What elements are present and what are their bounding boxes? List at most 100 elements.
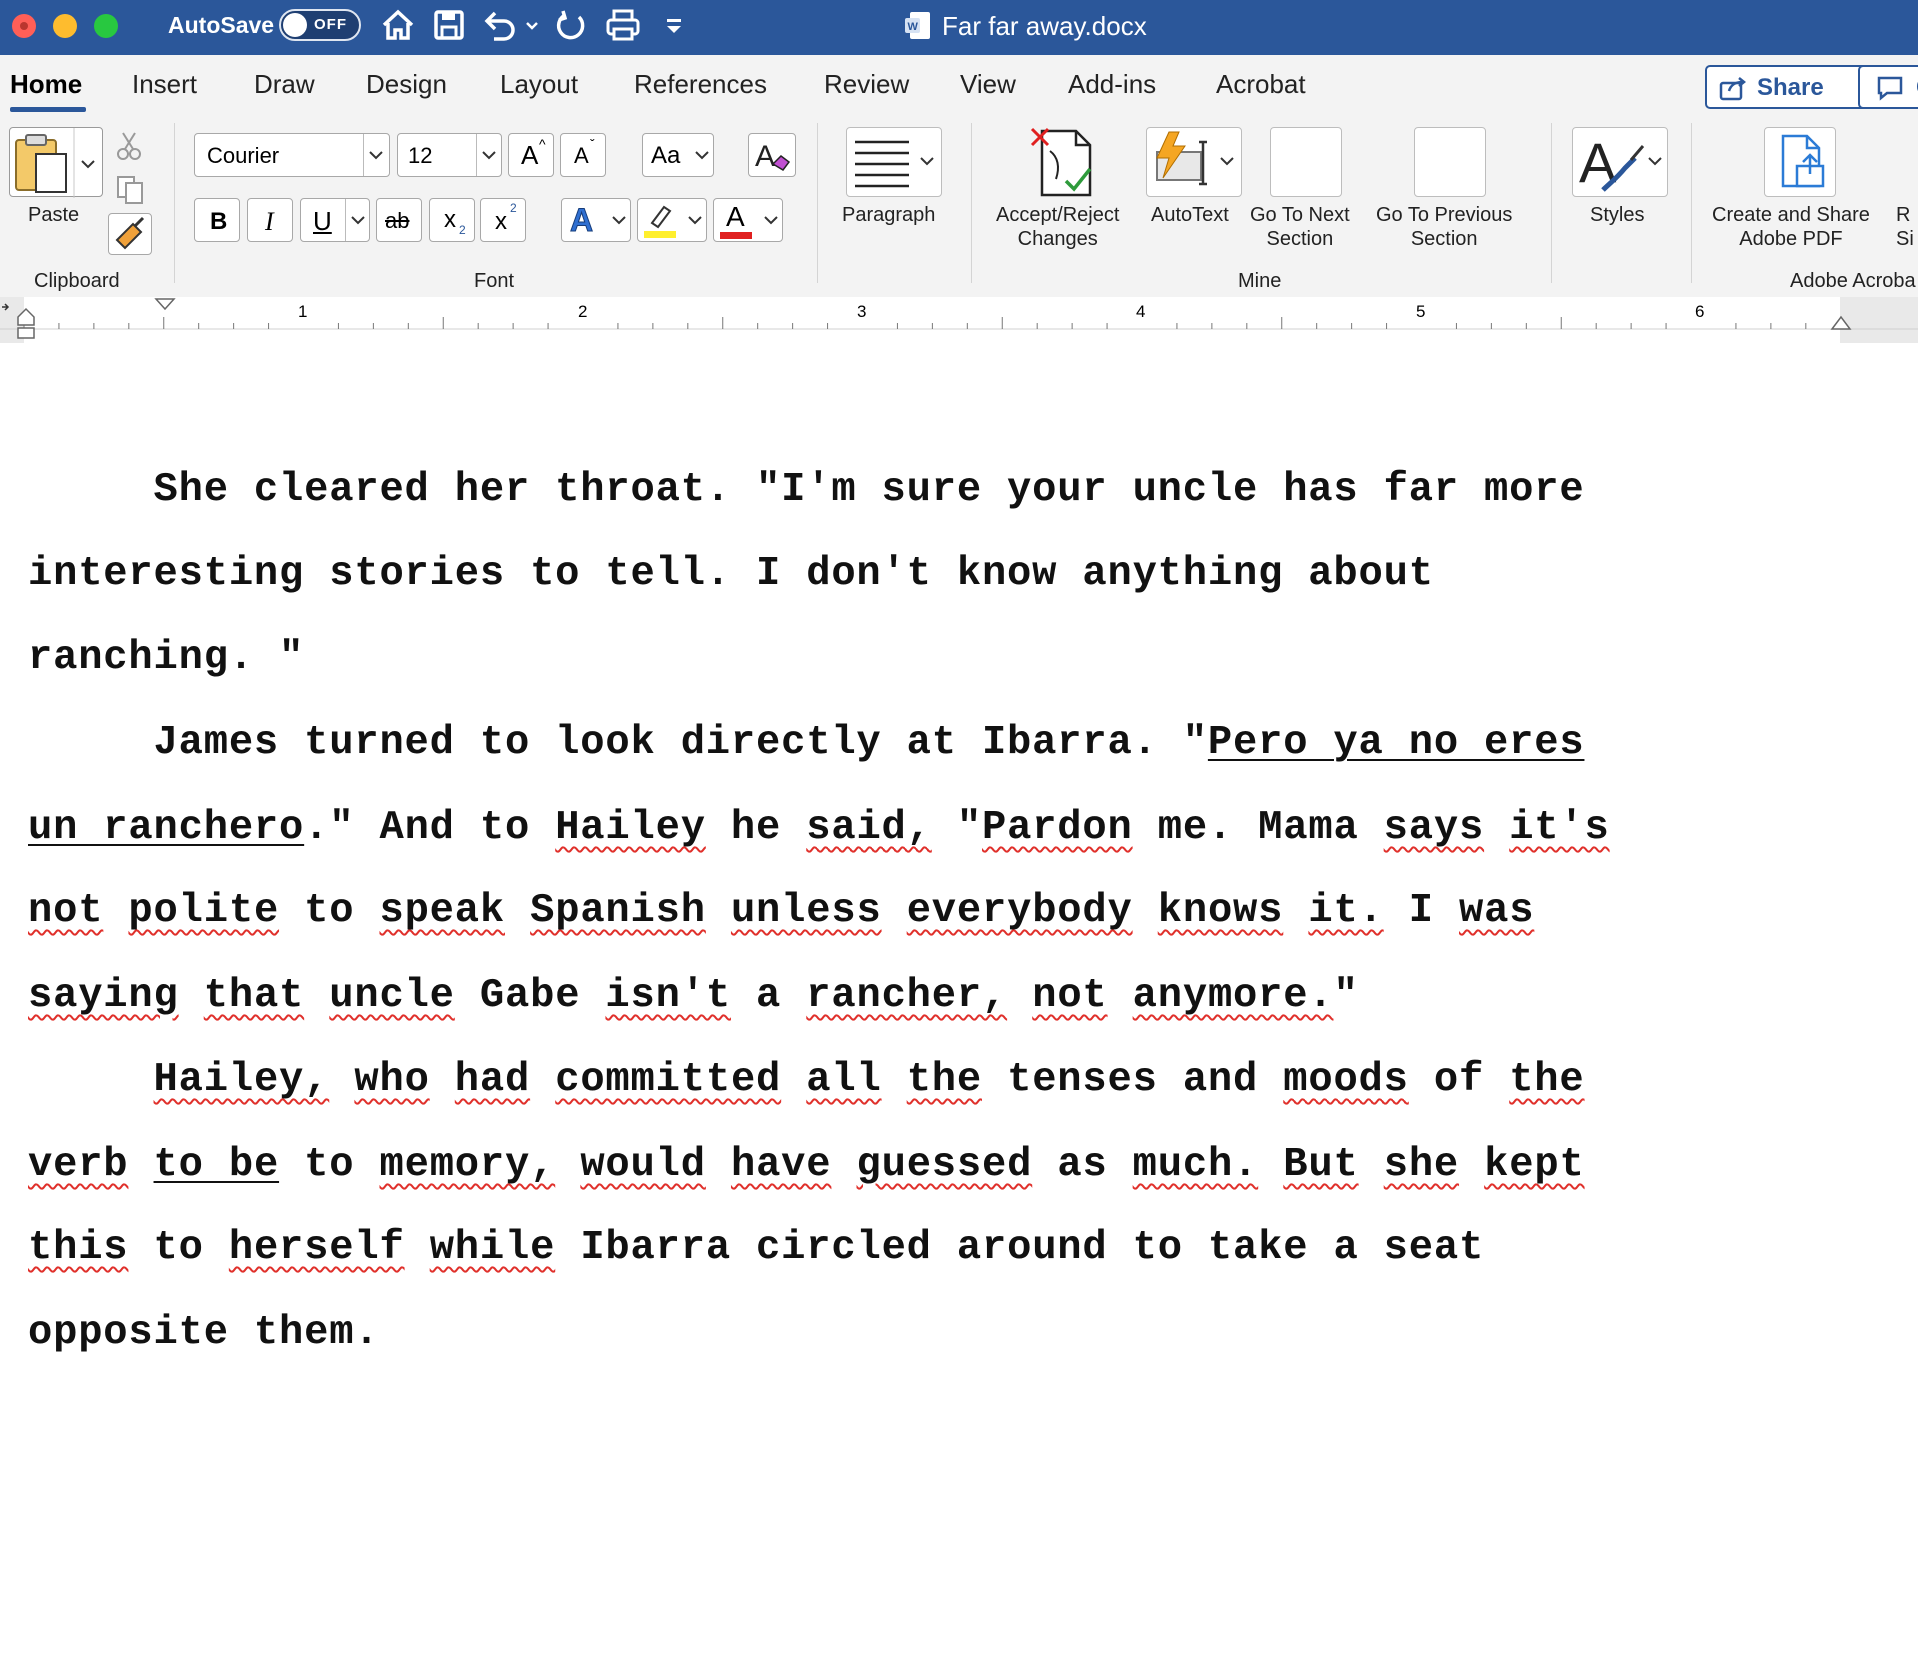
text-run	[505, 888, 530, 934]
paste-button[interactable]	[9, 127, 103, 198]
text-run: "	[931, 805, 982, 851]
text-run	[1133, 888, 1158, 934]
tab-add-ins[interactable]: Add-ins	[1068, 69, 1156, 100]
underline-button[interactable]: U	[300, 198, 370, 242]
tab-draw[interactable]: Draw	[254, 69, 315, 100]
tab-layout[interactable]: Layout	[500, 69, 578, 100]
share-icon	[1719, 75, 1747, 106]
change-case-button[interactable]: Aa	[642, 133, 714, 177]
close-window-button[interactable]	[12, 14, 36, 38]
format-painter-button[interactable]	[108, 213, 152, 255]
group-separator	[971, 123, 972, 283]
spelling-flagged-word: isn't	[605, 973, 731, 1019]
text-run: "	[1333, 973, 1359, 1019]
underline-glyph: U	[313, 206, 332, 236]
comments-button[interactable]: C	[1858, 65, 1918, 109]
svg-text:A: A	[755, 140, 775, 173]
previous-section-button[interactable]	[1414, 127, 1486, 197]
text-run: as	[1032, 1142, 1133, 1188]
underlined-text: Pero ya no eres	[1207, 720, 1585, 766]
customize-toolbar-icon[interactable]	[662, 5, 686, 45]
tab-view[interactable]: View	[960, 69, 1016, 100]
share-button[interactable]: Share	[1705, 65, 1869, 109]
tab-home[interactable]: Home	[10, 69, 82, 100]
tab-acrobat[interactable]: Acrobat	[1216, 69, 1306, 100]
autotext-button[interactable]	[1146, 127, 1242, 197]
undo-icon[interactable]	[480, 5, 540, 45]
copy-icon[interactable]	[116, 175, 146, 210]
font-name-select[interactable]: Courier	[194, 133, 390, 177]
spelling-flagged-word: have	[730, 1142, 832, 1188]
text-effects-button[interactable]: A	[561, 198, 631, 242]
text-run: to	[128, 1225, 229, 1271]
spelling-flagged-word: herself	[228, 1225, 405, 1271]
shrink-font-button[interactable]: A ˇ	[560, 133, 606, 177]
font-size-select[interactable]: 12	[397, 133, 502, 177]
tab-review[interactable]: Review	[824, 69, 909, 100]
autosave-toggle[interactable]: OFF	[279, 9, 361, 41]
previous-section-label: Go To Previous Section	[1376, 203, 1512, 251]
minimize-window-button[interactable]	[53, 14, 77, 38]
superscript-button[interactable]: x 2	[480, 198, 526, 242]
cut-icon[interactable]	[116, 131, 142, 166]
spelling-flagged-word: she	[1383, 1142, 1460, 1188]
ruler-number: 6	[1695, 302, 1705, 321]
ruler-number: 3	[857, 302, 867, 321]
chevron-down-icon	[351, 216, 365, 225]
horizontal-ruler[interactable]: 1 2 3 4 5 6	[0, 297, 1918, 343]
text-line: She cleared her throat. "I'm sure your u…	[28, 467, 1584, 513]
chevron-down-icon	[482, 151, 496, 160]
bold-button[interactable]: B	[194, 198, 240, 242]
redo-icon[interactable]	[553, 5, 589, 45]
paragraph-button[interactable]	[846, 127, 942, 197]
next-section-button[interactable]	[1270, 127, 1342, 197]
highlight-color-button[interactable]	[637, 198, 707, 242]
print-icon[interactable]	[604, 5, 644, 45]
spelling-flagged-word: Hailey,	[153, 1057, 330, 1103]
spelling-flagged-word: Pardon	[982, 805, 1133, 851]
font-color-button[interactable]: A	[713, 198, 783, 242]
spelling-flagged-word: the	[1509, 1057, 1585, 1103]
subscript-button[interactable]: x 2	[429, 198, 475, 242]
text-run	[1108, 973, 1133, 1019]
spelling-flagged-word: guessed	[856, 1142, 1033, 1188]
ruler-track: 1 2 3 4 5 6	[0, 297, 1918, 343]
text-run	[1007, 973, 1032, 1019]
styles-button[interactable]: A	[1572, 127, 1668, 197]
ruler-number: 2	[578, 302, 588, 321]
italic-button[interactable]: I	[247, 198, 293, 242]
tab-insert[interactable]: Insert	[132, 69, 197, 100]
autotext-label: AutoText	[1151, 204, 1229, 226]
document-page[interactable]: She cleared her throat. "I'm sure your u…	[0, 343, 1918, 1678]
spelling-flagged-word: uncle	[329, 973, 455, 1019]
save-icon[interactable]	[432, 5, 466, 45]
create-share-pdf-label: Create and Share Adobe PDF	[1712, 203, 1870, 251]
create-share-pdf-button[interactable]	[1764, 127, 1836, 197]
highlighter-icon	[644, 205, 676, 238]
clear-formatting-button[interactable]: A	[748, 133, 796, 177]
svg-text:W: W	[908, 21, 919, 33]
text-run: She cleared her throat. "I'm sure your u…	[28, 467, 1585, 513]
spelling-flagged-word: this	[28, 1225, 129, 1271]
tab-design[interactable]: Design	[366, 69, 447, 100]
home-icon[interactable]	[380, 5, 416, 45]
spelling-flagged-word: saying	[28, 973, 179, 1019]
ruler-number: 5	[1416, 302, 1426, 321]
paste-label: Paste	[28, 204, 80, 226]
tab-references[interactable]: References	[634, 69, 767, 100]
strikethrough-button[interactable]: ab	[376, 198, 422, 242]
button-divider	[345, 199, 346, 241]
grow-font-button[interactable]: A ^	[508, 133, 554, 177]
caret-up-icon: ^	[539, 136, 546, 152]
zoom-window-button[interactable]	[94, 14, 118, 38]
spelling-flagged-word: unless	[730, 888, 882, 934]
text-run: ." And to	[304, 805, 556, 851]
styles-label: Styles	[1590, 204, 1645, 226]
toggle-knob	[283, 13, 307, 37]
text-line: saying that uncle Gabe isn't a rancher, …	[28, 973, 1359, 1019]
accept-reject-changes-button[interactable]	[1030, 127, 1104, 202]
previous-section-line-1: Go To Previous	[1376, 204, 1513, 226]
text-run: me. Mama	[1132, 805, 1384, 851]
group-separator	[817, 123, 818, 283]
spelling-flagged-word: much.	[1132, 1142, 1259, 1188]
